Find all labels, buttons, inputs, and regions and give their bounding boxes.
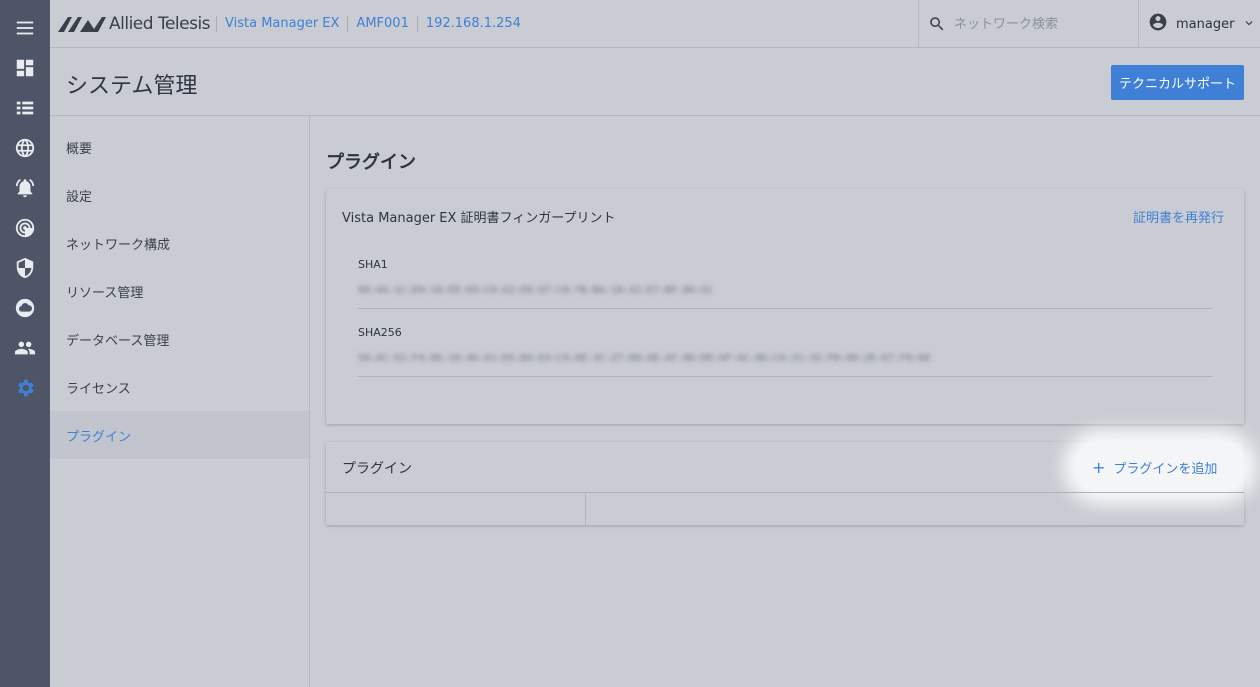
sha1-value: 60:4A:1C:D9:10:EE:69:C0:A2:D9:97:C8:7B:B… — [358, 285, 714, 296]
sha256-label: SHA256 — [358, 326, 402, 339]
shield-icon — [16, 257, 34, 279]
nav-item-resource-management[interactable]: リソース管理 — [50, 267, 309, 315]
brand-logo[interactable]: Allied Telesis — [58, 12, 211, 36]
rail-alarms[interactable] — [0, 168, 50, 208]
breadcrumb-area[interactable]: AMF001 — [347, 16, 416, 32]
rail-network[interactable] — [0, 128, 50, 168]
user-menu[interactable]: manager — [1148, 0, 1256, 48]
rail-security[interactable] — [0, 248, 50, 288]
certificate-fingerprint-card: Vista Manager EX 証明書フィンガープリント 証明書を再発行 SH… — [326, 189, 1244, 424]
plugin-list-card: プラグイン + プラグインを追加 — [326, 442, 1244, 525]
menu-icon — [16, 21, 34, 35]
list-icon — [16, 101, 34, 115]
card-title: プラグイン — [342, 461, 412, 477]
cloud-icon — [15, 298, 35, 318]
breadcrumb-product[interactable]: Vista Manager EX — [216, 16, 347, 32]
nav-item-network-config[interactable]: ネットワーク構成 — [50, 219, 309, 267]
rail-users[interactable] — [0, 328, 50, 368]
alarm-icon — [15, 179, 35, 198]
rail-cloud[interactable] — [0, 288, 50, 328]
nav-item-license[interactable]: ライセンス — [50, 363, 309, 411]
rail-dashboard[interactable] — [0, 48, 50, 88]
nav-item-overview[interactable]: 概要 — [50, 123, 309, 171]
nav-item-settings[interactable]: 設定 — [50, 171, 309, 219]
gear-icon — [18, 379, 34, 397]
menu-button[interactable] — [0, 8, 50, 48]
rail-monitor[interactable] — [0, 208, 50, 248]
user-name: manager — [1176, 16, 1235, 32]
divider — [326, 492, 1244, 493]
rail-list[interactable] — [0, 88, 50, 128]
divider — [358, 308, 1212, 309]
divider — [358, 376, 1212, 377]
sha1-label: SHA1 — [358, 258, 388, 271]
allied-telesis-logo-icon — [58, 17, 106, 32]
sha256-value: 50:AC:52:F4:66:16:46:A1:D5:B4:D3:C9:AE:3… — [358, 353, 930, 364]
section-title: プラグイン — [326, 152, 416, 173]
card-title: Vista Manager EX 証明書フィンガープリント — [342, 211, 616, 226]
chevron-down-icon — [1234, 15, 1256, 34]
page-title: システム管理 — [66, 74, 198, 99]
add-plugin-label: プラグインを追加 — [1113, 461, 1218, 477]
icon-rail — [0, 0, 50, 687]
dashboard-icon — [16, 59, 34, 77]
breadcrumb: Vista Manager EX AMF001 192.168.1.254 — [216, 0, 529, 48]
globe-icon — [15, 138, 35, 158]
column-divider — [585, 493, 586, 525]
technical-support-button[interactable]: テクニカルサポート — [1111, 65, 1244, 100]
avatar — [1148, 12, 1168, 36]
brand-name: Allied Telesis — [109, 14, 211, 34]
nav-item-plugins[interactable]: プラグイン — [50, 411, 309, 459]
account-circle-icon — [1149, 13, 1167, 31]
breadcrumb-ip[interactable]: 192.168.1.254 — [416, 16, 529, 32]
top-bar: Allied Telesis Vista Manager EX AMF001 1… — [50, 0, 1260, 48]
people-icon — [14, 341, 36, 355]
reissue-certificate-link[interactable]: 証明書を再発行 — [1133, 207, 1224, 226]
rail-settings[interactable] — [0, 368, 50, 408]
nav-item-database-management[interactable]: データベース管理 — [50, 315, 309, 363]
settings-nav: 概要 設定 ネットワーク構成 リソース管理 データベース管理 ライセンス プラグ… — [50, 116, 310, 687]
network-search — [918, 0, 1139, 48]
radar-icon — [15, 218, 35, 238]
search-icon — [930, 17, 944, 31]
search-input[interactable] — [954, 16, 1124, 32]
plus-icon: + — [1092, 457, 1106, 477]
page-header: システム管理 テクニカルサポート — [50, 48, 1260, 116]
add-plugin-button[interactable]: + プラグインを追加 — [1076, 442, 1244, 492]
